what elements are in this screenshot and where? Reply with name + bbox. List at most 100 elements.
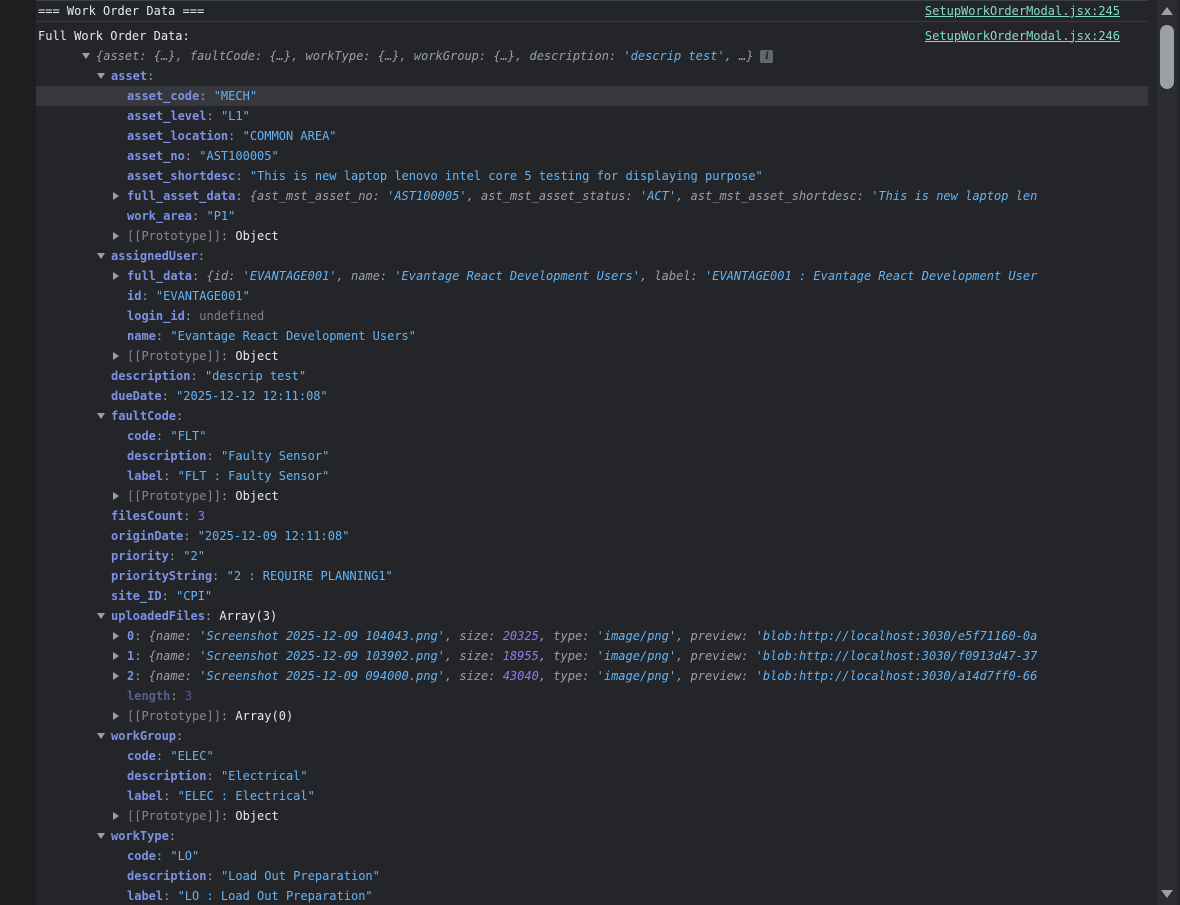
property-key: asset_no — [127, 149, 185, 163]
triangle-right-icon[interactable] — [113, 652, 119, 660]
punctuation: : — [185, 309, 199, 323]
tree-row[interactable]: name: "Evantage React Development Users" — [36, 326, 1148, 346]
expander[interactable] — [113, 266, 127, 286]
object-preview: {ast_mst_asset_no: — [250, 189, 387, 203]
tree-row[interactable]: asset_level: "L1" — [36, 106, 1148, 126]
punctuation: : — [198, 249, 205, 263]
expander[interactable] — [113, 346, 127, 366]
expander[interactable] — [113, 226, 127, 246]
triangle-right-icon[interactable] — [113, 712, 119, 720]
expander[interactable] — [97, 246, 111, 266]
tree-row[interactable]: label: "LO : Load Out Preparation" — [36, 886, 1148, 905]
tree-row[interactable]: 0: {name: 'Screenshot 2025-12-09 104043.… — [36, 626, 1148, 646]
triangle-down-icon[interactable] — [97, 253, 105, 259]
scrollbar[interactable] — [1148, 0, 1180, 905]
expander[interactable] — [113, 626, 127, 646]
object-preview: {asset: {…}, faultCode: {…}, workType: {… — [96, 49, 623, 63]
triangle-right-icon[interactable] — [113, 232, 119, 240]
triangle-right-icon[interactable] — [113, 272, 119, 280]
tree-row[interactable]: [[Prototype]]: Object — [36, 346, 1148, 366]
tree-row[interactable]: uploadedFiles: Array(3) — [36, 606, 1148, 626]
tree-row[interactable]: full_data: {id: 'EVANTAGE001', name: 'Ev… — [36, 266, 1148, 286]
tree-row[interactable]: full_asset_data: {ast_mst_asset_no: 'AST… — [36, 186, 1148, 206]
tree-row[interactable]: description: "Electrical" — [36, 766, 1148, 786]
tree-row[interactable]: id: "EVANTAGE001" — [36, 286, 1148, 306]
tree-row[interactable]: description: "Load Out Preparation" — [36, 866, 1148, 886]
tree-row[interactable]: asset_location: "COMMON AREA" — [36, 126, 1148, 146]
tree-row[interactable]: length: 3 — [36, 686, 1148, 706]
triangle-right-icon[interactable] — [113, 352, 119, 360]
info-icon[interactable]: i — [760, 50, 773, 63]
object-value: Array(3) — [219, 609, 277, 623]
tree-row[interactable]: site_ID: "CPI" — [36, 586, 1148, 606]
triangle-down-icon[interactable] — [82, 53, 90, 59]
expander[interactable] — [97, 66, 111, 86]
tree-row[interactable]: [[Prototype]]: Object — [36, 486, 1148, 506]
tree-row[interactable]: faultCode: — [36, 406, 1148, 426]
tree-row[interactable]: originDate: "2025-12-09 12:11:08" — [36, 526, 1148, 546]
tree-row[interactable]: code: "LO" — [36, 846, 1148, 866]
scrollbar-track[interactable] — [1157, 0, 1177, 905]
tree-row[interactable]: asset_code: "MECH" — [36, 86, 1148, 106]
expander[interactable] — [113, 186, 127, 206]
expander[interactable] — [97, 606, 111, 626]
triangle-right-icon[interactable] — [113, 492, 119, 500]
source-link[interactable]: SetupWorkOrderModal.jsx:245 — [925, 1, 1120, 21]
tree-row[interactable]: assignedUser: — [36, 246, 1148, 266]
punctuation: : — [221, 229, 235, 243]
triangle-down-icon[interactable] — [97, 833, 105, 839]
tree-row[interactable]: {asset: {…}, faultCode: {…}, workType: {… — [36, 46, 1148, 66]
tree-row[interactable]: workGroup: — [36, 726, 1148, 746]
expander[interactable] — [113, 806, 127, 826]
expander[interactable] — [113, 646, 127, 666]
tree-row[interactable]: code: "FLT" — [36, 426, 1148, 446]
scroll-down-icon[interactable] — [1161, 890, 1173, 898]
triangle-down-icon[interactable] — [97, 733, 105, 739]
tree-row[interactable]: dueDate: "2025-12-12 12:11:08" — [36, 386, 1148, 406]
console-entry[interactable]: Full Work Order Data: SetupWorkOrderModa… — [36, 22, 1148, 46]
tree-row[interactable]: asset_no: "AST100005" — [36, 146, 1148, 166]
expander[interactable] — [113, 666, 127, 686]
triangle-right-icon[interactable] — [113, 672, 119, 680]
punctuation: : — [235, 169, 249, 183]
tree-row[interactable]: filesCount: 3 — [36, 506, 1148, 526]
property-key: login_id — [127, 309, 185, 323]
expander[interactable] — [97, 726, 111, 746]
triangle-right-icon[interactable] — [113, 632, 119, 640]
tree-row[interactable]: label: "ELEC : Electrical" — [36, 786, 1148, 806]
tree-row[interactable]: 2: {name: 'Screenshot 2025-12-09 094000.… — [36, 666, 1148, 686]
tree-row[interactable]: asset_shortdesc: "This is new laptop len… — [36, 166, 1148, 186]
triangle-right-icon[interactable] — [113, 192, 119, 200]
tree-row[interactable]: [[Prototype]]: Object — [36, 806, 1148, 826]
tree-row[interactable]: [[Prototype]]: Object — [36, 226, 1148, 246]
tree-row[interactable]: code: "ELEC" — [36, 746, 1148, 766]
tree-row[interactable]: 1: {name: 'Screenshot 2025-12-09 103902.… — [36, 646, 1148, 666]
triangle-down-icon[interactable] — [97, 413, 105, 419]
tree-row[interactable]: workType: — [36, 826, 1148, 846]
property-key: filesCount — [111, 509, 183, 523]
scroll-up-icon[interactable] — [1161, 7, 1173, 15]
triangle-down-icon[interactable] — [97, 613, 105, 619]
tree-row[interactable]: asset: — [36, 66, 1148, 86]
punctuation: : — [169, 549, 183, 563]
tree-row[interactable]: priorityString: "2 : REQUIRE PLANNING1" — [36, 566, 1148, 586]
object-value: Object — [235, 489, 278, 503]
console-entry[interactable]: === Work Order Data === SetupWorkOrderMo… — [36, 1, 1148, 22]
tree-row[interactable]: [[Prototype]]: Array(0) — [36, 706, 1148, 726]
object-preview: , name: — [337, 269, 395, 283]
tree-row[interactable]: label: "FLT : Faulty Sensor" — [36, 466, 1148, 486]
source-link[interactable]: SetupWorkOrderModal.jsx:246 — [925, 26, 1120, 46]
expander[interactable] — [97, 826, 111, 846]
expander[interactable] — [97, 406, 111, 426]
expander[interactable] — [113, 486, 127, 506]
triangle-right-icon[interactable] — [113, 812, 119, 820]
expander[interactable] — [113, 706, 127, 726]
tree-row[interactable]: work_area: "P1" — [36, 206, 1148, 226]
scrollbar-thumb[interactable] — [1160, 25, 1174, 89]
tree-row[interactable]: priority: "2" — [36, 546, 1148, 566]
triangle-down-icon[interactable] — [97, 73, 105, 79]
tree-row[interactable]: description: "Faulty Sensor" — [36, 446, 1148, 466]
tree-row[interactable]: description: "descrip test" — [36, 366, 1148, 386]
tree-row[interactable]: login_id: undefined — [36, 306, 1148, 326]
expander[interactable] — [82, 46, 96, 66]
